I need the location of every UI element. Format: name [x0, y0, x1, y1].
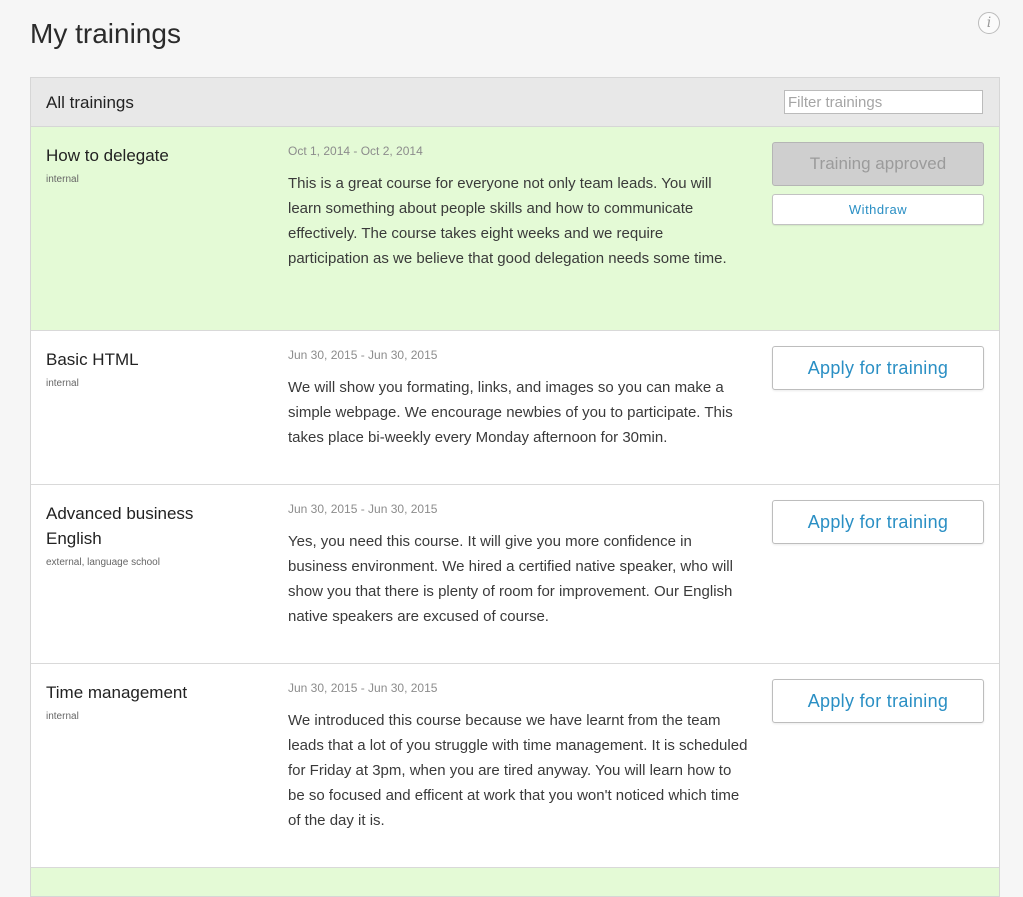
training-approved-button: Training approved — [772, 142, 984, 186]
info-icon[interactable]: i — [978, 12, 1000, 34]
training-row-how-to-delegate: How to delegate internal Oct 1, 2014 - O… — [31, 127, 999, 331]
training-title-cell: Time management internal — [46, 680, 246, 724]
training-description: This is a great course for everyone not … — [288, 175, 727, 267]
training-title-cell: Advanced business English external, lang… — [46, 501, 246, 570]
training-dates: Jun 30, 2015 - Jun 30, 2015 — [288, 681, 438, 695]
training-description: We introduced this course because we hav… — [288, 712, 748, 829]
training-title: Basic HTML — [46, 350, 139, 369]
panel-header: All trainings — [31, 78, 999, 127]
training-tags: internal — [46, 378, 79, 389]
training-row-time-management: Time management internal Jun 30, 2015 - … — [31, 664, 999, 868]
training-title: Time management — [46, 683, 188, 702]
withdraw-button[interactable]: Withdraw — [772, 194, 984, 225]
panel-title: All trainings — [46, 93, 134, 112]
training-tags: external, language school — [46, 557, 160, 568]
training-title-cell: How to delegate internal — [46, 143, 246, 187]
training-description: We will show you formating, links, and i… — [288, 379, 733, 446]
trainings-panel: All trainings How to delegate internal O… — [30, 77, 1000, 897]
training-title-cell: Basic HTML internal — [46, 347, 246, 391]
page-title: My trainings — [30, 18, 181, 49]
training-dates: Jun 30, 2015 - Jun 30, 2015 — [288, 502, 438, 516]
training-title: Advanced business English — [46, 504, 194, 548]
training-tags: internal — [46, 711, 79, 722]
training-row-advanced-business-english: Advanced business English external, lang… — [31, 485, 999, 664]
training-row-partial — [31, 868, 999, 896]
training-description: Yes, you need this course. It will give … — [288, 533, 733, 625]
apply-for-training-button[interactable]: Apply for training — [772, 679, 984, 723]
filter-trainings-input[interactable] — [784, 90, 983, 114]
training-dates: Jun 30, 2015 - Jun 30, 2015 — [288, 348, 438, 362]
training-title: How to delegate — [46, 146, 169, 165]
training-dates: Oct 1, 2014 - Oct 2, 2014 — [288, 144, 423, 158]
apply-for-training-button[interactable]: Apply for training — [772, 500, 984, 544]
training-row-basic-html: Basic HTML internal Jun 30, 2015 - Jun 3… — [31, 331, 999, 485]
training-tags: internal — [46, 174, 79, 185]
apply-for-training-button[interactable]: Apply for training — [772, 346, 984, 390]
